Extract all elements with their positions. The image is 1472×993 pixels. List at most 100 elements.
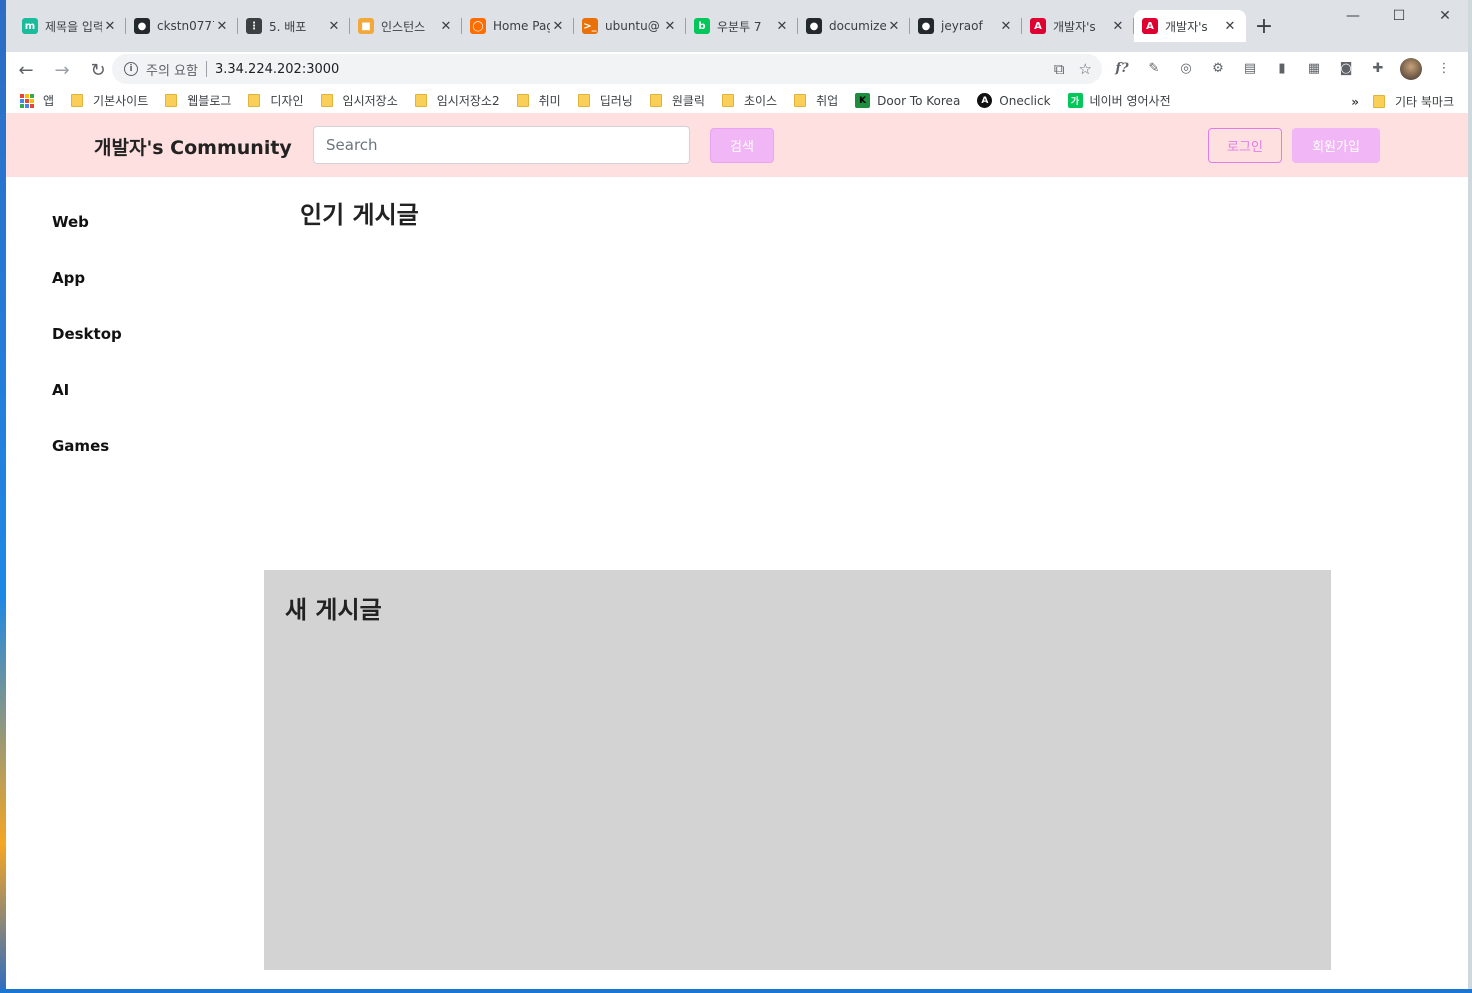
bookmark-label: 원클릭 [671, 94, 705, 108]
web-page: 개발자's Community 검색 로그인 회원가입 Web App Desk… [6, 113, 1468, 989]
category-ai[interactable]: AI [52, 381, 122, 437]
browser-tab[interactable]: ● jeyraof ✕ [910, 10, 1022, 42]
tab-close-icon[interactable]: ✕ [886, 19, 902, 34]
door-to-korea-icon: K [855, 93, 871, 108]
tab-label: 개발자's [1165, 19, 1208, 34]
bookmark-label: 디자인 [270, 94, 304, 108]
bookmark-label: 웹블로그 [187, 94, 232, 108]
target-ext-icon[interactable]: ◎ [1176, 58, 1196, 78]
bookmark-link[interactable]: 가 네이버 영어사전 [1067, 92, 1171, 109]
tab-close-icon[interactable]: ✕ [102, 19, 118, 34]
url-text[interactable]: 3.34.224.202:3000 [215, 62, 339, 77]
tab-close-icon[interactable]: ✕ [326, 19, 342, 34]
browser-tab[interactable]: m 제목을 입력 ✕ [14, 10, 126, 42]
font-ext-icon[interactable]: f? [1112, 58, 1132, 78]
browser-tab[interactable]: >_ ubuntu@ ✕ [574, 10, 686, 42]
browser-tab[interactable]: ● ckstn0777 ✕ [126, 10, 238, 42]
category-games[interactable]: Games [52, 437, 122, 493]
eyedropper-ext-icon[interactable]: ✎ [1144, 58, 1164, 78]
favicon-icon: ⋮ [246, 18, 262, 34]
window-ext-icon[interactable]: ▤ [1240, 58, 1260, 78]
search-button[interactable]: 검색 [710, 128, 774, 163]
oneclick-icon: A [977, 93, 993, 108]
browser-tab[interactable]: A 개발자's ✕ [1022, 10, 1134, 42]
bookmark-link[interactable]: A Oneclick [977, 93, 1051, 108]
category-app[interactable]: App [52, 269, 122, 325]
bookmarks-bar: 앱 기본사이트 웹블로그 디자인 임시저장소 임시저장소2 취미 딥러닝 원클릭 초이스 취업 K D… [6, 88, 1468, 114]
puzzle-icon[interactable]: ✚ [1368, 58, 1388, 78]
bookmarks-overflow: » 기타 북마크 [1351, 93, 1454, 110]
bookmark-label: 초이스 [743, 94, 778, 108]
omnibox-actions: ⧉ ☆ [1054, 60, 1092, 78]
tab-close-icon[interactable]: ✕ [438, 19, 454, 34]
bookmark-folder[interactable]: 딥러닝 [577, 92, 633, 109]
bookmark-folder[interactable]: 웹블로그 [165, 92, 231, 109]
other-bookmarks[interactable]: 기타 북마크 [1395, 93, 1454, 110]
bookmark-label: Door To Korea [877, 93, 961, 108]
info-icon[interactable]: i [124, 62, 138, 76]
bookmarks-more-button[interactable]: » [1351, 95, 1359, 109]
forward-icon[interactable]: → [46, 54, 78, 86]
folder-icon [794, 94, 807, 107]
bookmark-folder[interactable]: 디자인 [248, 92, 304, 109]
bookmark-apps[interactable]: 앱 [20, 92, 54, 109]
tab-close-icon[interactable]: ✕ [214, 19, 230, 34]
bookmark-folder[interactable]: 취업 [794, 92, 838, 109]
tab-label: ubuntu@ [605, 19, 660, 33]
bookmark-folder[interactable]: 임시저장소 [320, 92, 398, 109]
tab-close-icon[interactable]: ✕ [1222, 19, 1238, 34]
tab-close-icon[interactable]: ✕ [998, 19, 1014, 34]
maximize-button[interactable]: ☐ [1376, 0, 1422, 32]
favicon-icon: b [694, 18, 710, 34]
tab-close-icon[interactable]: ✕ [774, 19, 790, 34]
bookmark-label: 임시저장소2 [436, 94, 500, 108]
browser-tab[interactable]: ◯ Home Page✕ [462, 10, 574, 42]
browser-tab[interactable]: b 우분투 7 ✕ [686, 10, 798, 42]
bookmark-star-icon[interactable]: ☆ [1079, 60, 1092, 78]
category-web[interactable]: Web [52, 213, 122, 269]
tab-list: m 제목을 입력 ✕ ● ckstn0777 ✕ ⋮ 5. 배포 ✕ ■ 인스턴스 ✕ ◯ Home Pa… [14, 10, 1278, 42]
close-window-button[interactable]: ✕ [1422, 0, 1468, 32]
favicon-icon: ■ [358, 18, 374, 34]
category-sidebar: Web App Desktop AI Games [52, 213, 122, 493]
site-brand[interactable]: 개발자's Community [94, 133, 292, 160]
bookmark-folder[interactable]: 초이스 [721, 92, 778, 109]
favicon-icon: m [22, 18, 38, 34]
minimize-button[interactable]: — [1330, 0, 1376, 32]
new-posts-title: 새 게시글 [285, 596, 382, 624]
folder-icon [721, 94, 734, 107]
reload-icon[interactable]: ↻ [82, 54, 114, 86]
tab-label: 제목을 입력 [45, 19, 102, 34]
tab-close-icon[interactable]: ✕ [1110, 19, 1126, 34]
signup-button[interactable]: 회원가입 [1292, 128, 1380, 163]
tab-strip: m 제목을 입력 ✕ ● ckstn0777 ✕ ⋮ 5. 배포 ✕ ■ 인스턴스 ✕ ◯ Home Pa… [6, 0, 1468, 52]
tab-close-icon[interactable]: ✕ [662, 19, 678, 34]
grid-ext-icon[interactable]: ▦ [1304, 58, 1324, 78]
new-tab-button[interactable]: + [1250, 10, 1278, 42]
browser-tab[interactable]: ⋮ 5. 배포 ✕ [238, 10, 350, 42]
translate-icon[interactable]: ⧉ [1054, 60, 1065, 78]
address-bar[interactable]: i 주의 요함 3.34.224.202:3000 ⧉ ☆ [112, 54, 1102, 84]
category-desktop[interactable]: Desktop [52, 325, 122, 381]
login-button[interactable]: 로그인 [1208, 128, 1282, 163]
folder-icon [577, 94, 590, 107]
folder-icon [71, 94, 84, 107]
profile-avatar[interactable] [1400, 58, 1422, 80]
gear-ext-icon[interactable]: ⚙ [1208, 58, 1228, 78]
camera-ext-icon[interactable]: ◙ [1336, 58, 1356, 78]
bookmark-link[interactable]: K Door To Korea [855, 93, 960, 108]
search-input[interactable] [313, 126, 690, 164]
bookmark-folder[interactable]: 취미 [516, 92, 561, 109]
back-icon[interactable]: ← [10, 54, 42, 86]
tab-close-icon[interactable]: ✕ [550, 19, 566, 34]
bookmark-folder[interactable]: 기본사이트 [71, 92, 148, 109]
info-ext-icon[interactable]: ▮ [1272, 58, 1292, 78]
browser-tab[interactable]: ● documize ✕ [798, 10, 910, 42]
browser-tab[interactable]: ■ 인스턴스 ✕ [350, 10, 462, 42]
folder-icon [320, 94, 333, 107]
bookmark-label: 취미 [538, 94, 561, 108]
bookmark-folder[interactable]: 원클릭 [649, 92, 705, 109]
browser-tab[interactable]: A 개발자's ✕ [1134, 10, 1246, 42]
bookmark-folder[interactable]: 임시저장소2 [414, 92, 500, 109]
menu-kebab-icon[interactable]: ⋮ [1434, 58, 1454, 78]
